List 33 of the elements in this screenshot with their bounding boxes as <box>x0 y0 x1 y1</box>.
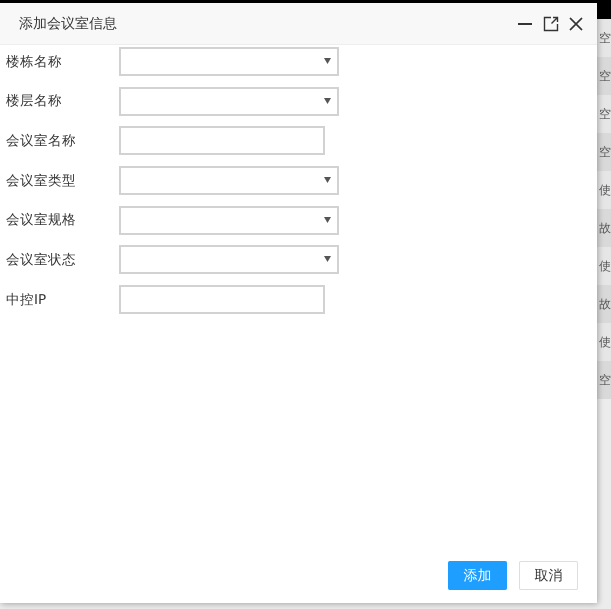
caret-icon <box>324 58 331 64</box>
caret-icon <box>324 216 331 223</box>
field-label: 中控IP <box>6 290 48 309</box>
dialog-title: 添加会议室信息 <box>19 14 117 32</box>
select-field[interactable] <box>119 47 339 76</box>
caret-icon <box>324 177 331 184</box>
table-cell: 使 <box>597 247 611 285</box>
text-field[interactable] <box>119 285 325 314</box>
select-field[interactable] <box>119 245 339 274</box>
caret-icon <box>324 256 331 262</box>
cancel-button[interactable]: 取消 <box>519 561 578 590</box>
table-cell: 空 <box>597 95 611 133</box>
maximize-icon[interactable] <box>543 16 559 32</box>
table-cell: 空 <box>597 19 611 57</box>
field-label: 楼层名称 <box>6 92 63 110</box>
field-label: 会议室规格 <box>6 211 77 230</box>
table-cell: 空 <box>597 361 611 399</box>
field-label: 会议室状态 <box>6 250 77 269</box>
close-icon[interactable] <box>569 16 583 30</box>
text-field[interactable] <box>119 126 325 156</box>
field-label: 楼栋名称 <box>6 52 63 70</box>
select-field[interactable] <box>119 206 339 235</box>
select-field[interactable] <box>119 86 339 116</box>
table-cell: 空 <box>597 133 611 171</box>
field-label: 会议室类型 <box>6 172 77 190</box>
table-cell: 使 <box>597 171 611 209</box>
table-cell: 空 <box>597 57 611 95</box>
caret-icon <box>324 98 331 104</box>
table-cell: 故 <box>597 285 611 323</box>
table-cell: 故 <box>597 209 611 247</box>
field-label: 会议室名称 <box>6 132 77 150</box>
select-field[interactable] <box>119 166 339 196</box>
table-cell: 使 <box>597 323 611 361</box>
